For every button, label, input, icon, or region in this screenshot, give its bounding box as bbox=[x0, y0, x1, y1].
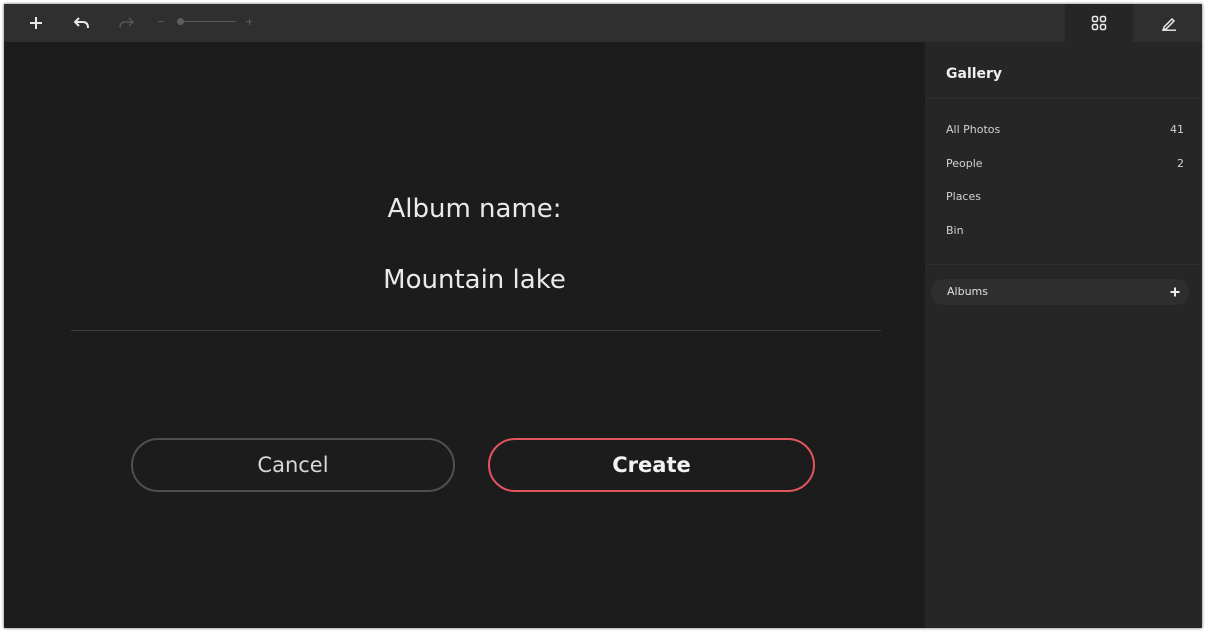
sidebar-item-people[interactable]: People 2 bbox=[925, 154, 1202, 176]
sidebar-item-label: Bin bbox=[946, 224, 964, 237]
zoom-track[interactable] bbox=[180, 21, 236, 22]
sidebar-title: Gallery bbox=[946, 66, 1003, 82]
undo-button[interactable] bbox=[68, 4, 96, 42]
sidebar-item-places[interactable]: Places bbox=[925, 187, 1202, 209]
sidebar-divider bbox=[925, 264, 1202, 265]
sidebar-item-label: All Photos bbox=[946, 123, 1001, 136]
sidebar-divider bbox=[925, 98, 1202, 99]
redo-icon bbox=[119, 17, 134, 29]
album-name-input[interactable]: Mountain lake bbox=[4, 265, 945, 295]
sidebar-item-count: 41 bbox=[1170, 123, 1184, 136]
plus-icon bbox=[30, 17, 42, 29]
album-name-dialog: Album name: Mountain lake Cancel Create bbox=[4, 42, 925, 628]
input-underline bbox=[71, 330, 881, 331]
sidebar-item-label: Places bbox=[946, 190, 981, 203]
sidebar-item-albums[interactable]: Albums bbox=[931, 279, 1189, 305]
app-window: Album name: Mountain lake Cancel Create … bbox=[4, 4, 1202, 628]
sidebar-item-count: 2 bbox=[1177, 157, 1184, 170]
sidebar-item-bin[interactable]: Bin bbox=[925, 221, 1202, 243]
gallery-sidebar: Gallery All Photos 41 People 2 Places Bi… bbox=[925, 42, 1202, 628]
album-name-label: Album name: bbox=[387, 194, 562, 224]
zoom-slider[interactable] bbox=[154, 4, 264, 42]
add-button[interactable] bbox=[22, 4, 50, 42]
undo-icon bbox=[74, 17, 89, 29]
pencil-icon bbox=[1161, 17, 1176, 31]
sidebar-item-all-photos[interactable]: All Photos 41 bbox=[925, 120, 1202, 142]
top-toolbar bbox=[4, 4, 1202, 42]
create-button[interactable]: Create bbox=[488, 438, 815, 492]
zoom-out-icon[interactable] bbox=[158, 21, 164, 22]
plus-icon bbox=[1170, 287, 1180, 297]
redo-button[interactable] bbox=[112, 4, 140, 42]
add-album-button[interactable] bbox=[1167, 284, 1183, 300]
zoom-handle[interactable] bbox=[177, 18, 184, 25]
albums-label: Albums bbox=[947, 285, 988, 298]
sidebar-item-label: People bbox=[946, 157, 983, 170]
grid-view-button[interactable] bbox=[1065, 4, 1133, 42]
cancel-button[interactable]: Cancel bbox=[131, 438, 455, 492]
grid-view-icon bbox=[1091, 15, 1107, 31]
zoom-in-icon-vertical[interactable] bbox=[248, 18, 250, 25]
edit-button[interactable] bbox=[1135, 4, 1202, 42]
